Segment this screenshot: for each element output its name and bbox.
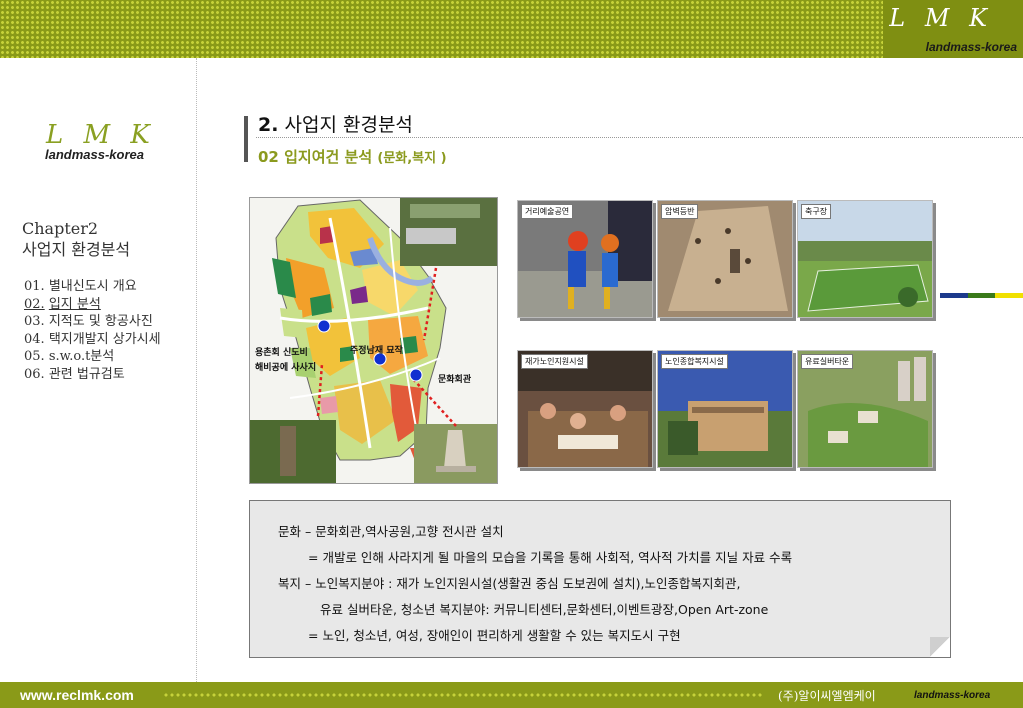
subtitle-note: (문화,복지 ) [377, 151, 447, 166]
summary-culture: 문화 – 문화회관,역사공원,고향 전시관 설치 [278, 524, 504, 539]
toc-item-cadastral[interactable]: 03. 지적도 및 항공사진 [24, 313, 161, 331]
page-title: 2. 사업지 환경분석 [258, 110, 413, 137]
map-label-monument: 용촌회 신도비 [255, 348, 308, 358]
photo-label: 유료실버타운 [801, 354, 854, 369]
subtitle-number: 02 [258, 148, 279, 166]
map-label-shrine: 해비공에 사사지 [255, 363, 317, 373]
toc-num: 05. [24, 349, 45, 364]
heading-bar [244, 116, 248, 162]
header-logo: L M K [889, 4, 993, 32]
photo-label: 노인종합복지시설 [661, 354, 728, 369]
footer-company: (주)알이씨엘엠케이 [778, 689, 876, 703]
photo-soccer-field: 축구장 [797, 200, 933, 318]
toc-item-overview[interactable]: 01. 별내신도시 개요 [24, 278, 161, 296]
summary-welfare-items: 유료 실버타운, 청소년 복지분야: 커뮤니티센터,문화센터,이벤트광장,Ope… [320, 602, 769, 617]
chapter-number: Chapter2 [22, 219, 99, 238]
footer-brand: landmass-korea [914, 690, 991, 701]
photo-rock-climbing: 암벽등반 [657, 200, 793, 318]
toc-num: 02. [24, 296, 45, 312]
toc-label: 별내신도시 개요 [48, 279, 137, 294]
footer-url[interactable]: www.reclmk.com [20, 687, 134, 703]
sidebar-logo: L M K [46, 120, 156, 150]
toc-num: 01. [24, 279, 45, 294]
heading-divider [256, 137, 1023, 138]
toc-item-swot[interactable]: 05. s.w.o.t분석 [24, 348, 161, 366]
toc-num: 03. [24, 314, 45, 329]
photo-label: 암벽등반 [661, 204, 699, 219]
summary-box: 문화 – 문화회관,역사공원,고향 전시관 설치 = 개발로 인해 사라지게 될… [249, 500, 951, 658]
summary-welfare-detail: = 노인, 청소년, 여성, 장애인이 편리하게 생활할 수 있는 복지도시 구… [308, 628, 681, 643]
map-label-culture-hall: 문화회관 [438, 375, 472, 385]
photo-silver-town: 유료실버타운 [797, 350, 933, 468]
photo-elder-support: 재가노인지원시설 [517, 350, 653, 468]
summary-culture-detail: = 개발로 인해 사라지게 될 마을의 모습을 기록을 통해 사회적, 역사적 … [308, 550, 793, 565]
top-brand-block: L M K landmass-korea [883, 0, 1023, 58]
map-label-tomb: 주정남재 묘작 [350, 346, 403, 356]
photo-label: 축구장 [801, 204, 832, 219]
footer-dots [163, 692, 763, 698]
table-of-contents: 01. 별내신도시 개요 02. 입지 분석 03. 지적도 및 항공사진 04… [24, 278, 161, 383]
toc-label: 입지 분석 [48, 296, 101, 312]
decorative-stripes [940, 293, 1023, 298]
page-curl [930, 637, 950, 657]
header-brand: landmass-korea [925, 40, 1017, 54]
toc-item-location[interactable]: 02. 입지 분석 [24, 296, 161, 314]
photo-street-performance: 거리예술공연 [517, 200, 653, 318]
photo-label: 거리예술공연 [521, 204, 574, 219]
title-number: 2. [258, 114, 279, 136]
photo-senior-welfare: 노인종합복지시설 [657, 350, 793, 468]
toc-label: s.w.o.t분석 [48, 349, 115, 364]
toc-label: 택지개발지 상가시세 [48, 331, 161, 347]
toc-label: 지적도 및 항공사진 [48, 314, 153, 329]
toc-num: 06. [24, 366, 45, 382]
subtitle-text: 입지여건 분석 [284, 148, 373, 166]
page-subtitle: 02 입지여건 분석 (문화,복지 ) [258, 146, 447, 167]
chapter-heading: Chapter2 사업지 환경분석 [22, 218, 130, 260]
site-map-graphic [250, 198, 497, 483]
footer: www.reclmk.com (주)알이씨엘엠케이 landmass-korea [0, 682, 1023, 708]
slide: L M K landmass-korea L M K landmass-kore… [0, 0, 1023, 708]
toc-label: 관련 법규검토 [48, 366, 125, 382]
site-map: 용촌회 신도비 해비공에 사사지 주정남재 묘작 문화회관 [249, 197, 498, 484]
toc-num: 04. [24, 331, 45, 347]
sidebar: L M K landmass-korea Chapter2 사업지 환경분석 0… [0, 58, 197, 682]
summary-welfare: 복지 – 노인복지분야 : 재가 노인지원시설(생활권 중심 도보권에 설치),… [278, 576, 741, 591]
title-text: 사업지 환경분석 [284, 114, 413, 136]
chapter-title: 사업지 환경분석 [22, 240, 131, 259]
top-banner: L M K landmass-korea [0, 0, 1023, 58]
sidebar-brand: landmass-korea [45, 147, 144, 162]
photo-label: 재가노인지원시설 [521, 354, 588, 369]
toc-item-regulation[interactable]: 06. 관련 법규검토 [24, 366, 161, 384]
toc-item-market[interactable]: 04. 택지개발지 상가시세 [24, 331, 161, 349]
